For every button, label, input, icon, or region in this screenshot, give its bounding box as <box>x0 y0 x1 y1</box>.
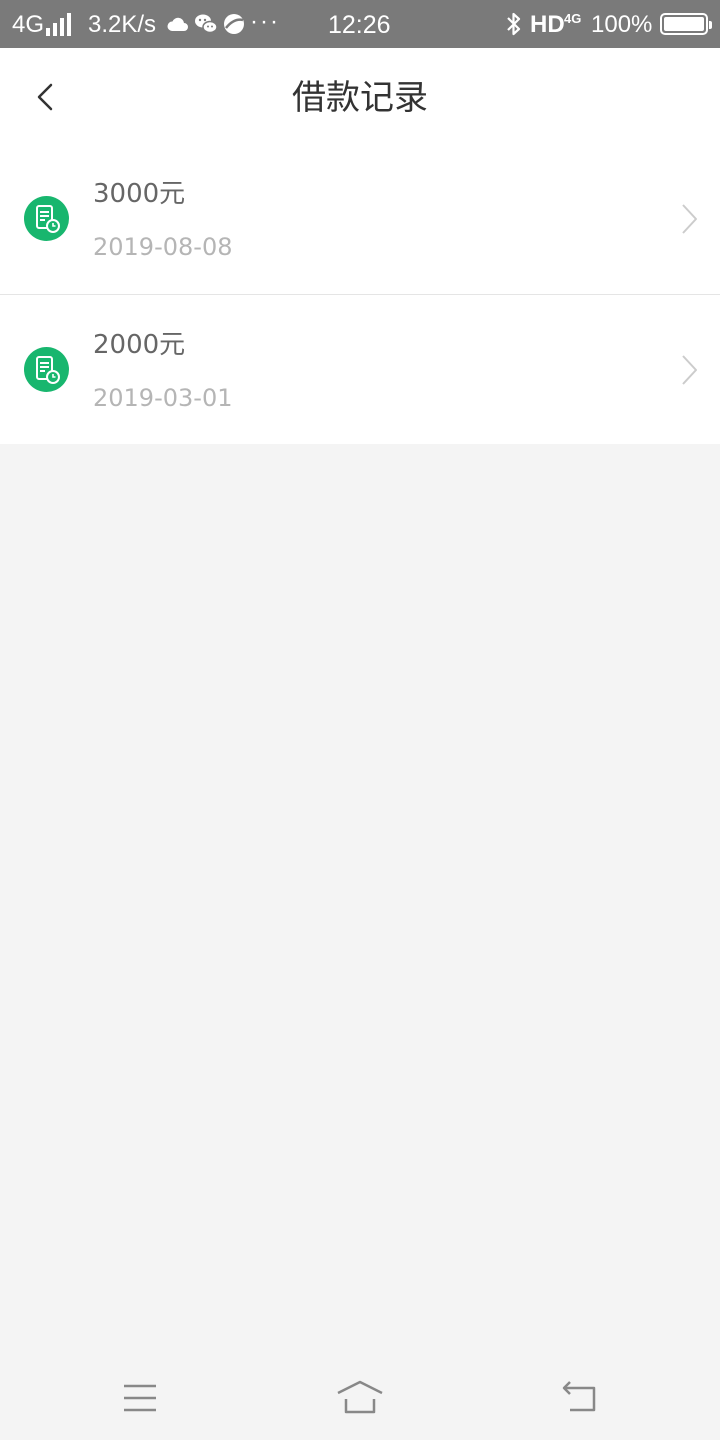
chevron-right-icon <box>682 204 697 234</box>
menu-icon[interactable] <box>116 1378 164 1418</box>
record-amount: 3000元 <box>93 179 186 209</box>
record-amount: 2000元 <box>93 330 186 360</box>
signal-icon <box>46 12 76 36</box>
record-document-icon <box>24 196 69 241</box>
record-list: 3000元 2019-08-08 2000元 2019-03-01 <box>0 144 720 444</box>
back-icon[interactable] <box>556 1378 604 1418</box>
wechat-icon <box>195 14 218 34</box>
back-button[interactable] <box>22 70 72 126</box>
header: 借款记录 <box>0 48 720 148</box>
network-type-2: 4G <box>564 11 582 26</box>
clock: 12:26 <box>328 11 391 39</box>
record-date: 2019-03-01 <box>93 384 233 412</box>
chevron-right-icon <box>682 355 697 385</box>
page-title: 借款记录 <box>292 78 428 118</box>
more-indicator: ··· <box>250 8 280 35</box>
record-document-icon <box>24 347 69 392</box>
battery-icon <box>660 13 712 35</box>
status-bar: 4G 3.2K/s ··· 12:26 HD 4G 100% <box>0 0 720 48</box>
hd-indicator: HD <box>530 11 565 38</box>
battery-percent: 100% <box>591 11 653 38</box>
network-speed: 3.2K/s <box>88 11 157 38</box>
record-date: 2019-08-08 <box>93 233 233 261</box>
browser-icon <box>224 14 244 34</box>
home-icon[interactable] <box>336 1378 384 1418</box>
list-item[interactable]: 2000元 2019-03-01 <box>0 294 720 444</box>
system-navigation-bar <box>0 1360 720 1440</box>
list-item[interactable]: 3000元 2019-08-08 <box>0 144 720 294</box>
network-type: 4G <box>12 11 45 38</box>
weather-icon <box>167 17 188 31</box>
bluetooth-icon <box>507 12 521 36</box>
